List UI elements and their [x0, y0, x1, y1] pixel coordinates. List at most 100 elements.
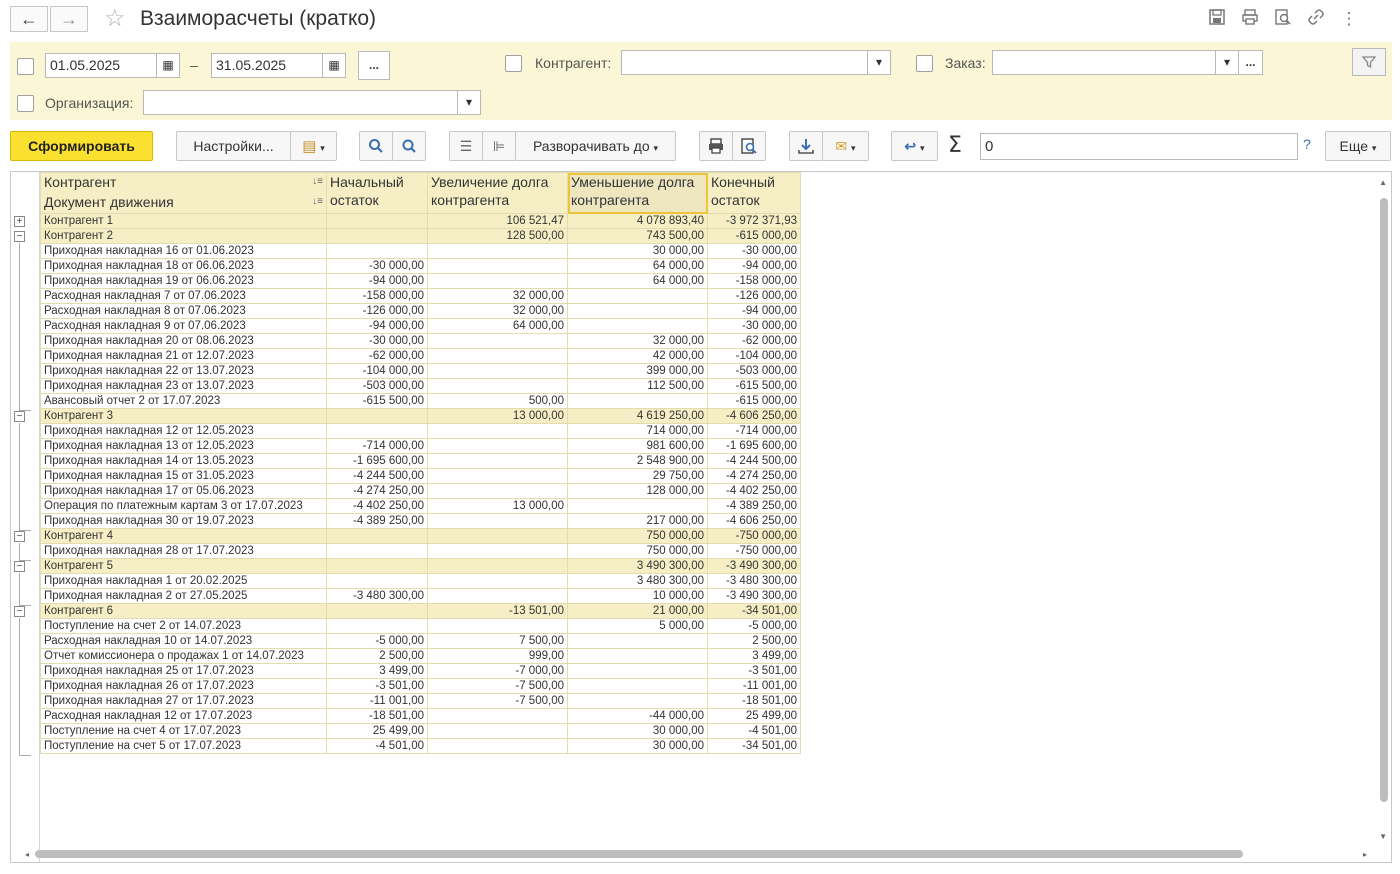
start-balance-cell[interactable]: -126 000,00	[326, 303, 428, 319]
counterparty-checkbox[interactable]	[505, 55, 522, 72]
order-checkbox[interactable]	[916, 55, 933, 72]
debt-increase-cell[interactable]	[427, 723, 568, 739]
start-balance-cell[interactable]: -104 000,00	[326, 363, 428, 379]
document-cell[interactable]: Приходная накладная 13 от 12.05.2023	[40, 438, 327, 454]
debt-increase-cell[interactable]	[427, 543, 568, 559]
find-next-button[interactable]	[392, 131, 426, 161]
debt-decrease-cell[interactable]: 32 000,00	[567, 333, 708, 349]
table-row[interactable]: Приходная накладная 13 от 12.05.2023 -714…	[40, 438, 801, 454]
debt-decrease-cell[interactable]: 29 750,00	[567, 468, 708, 484]
debt-increase-cell[interactable]: 7 500,00	[427, 633, 568, 649]
period-checkbox[interactable]	[17, 58, 34, 75]
send-email-button[interactable]: ✉ ▾	[822, 131, 869, 161]
table-row[interactable]: Расходная накладная 10 от 14.07.2023 -5 0…	[40, 633, 801, 649]
start-balance-cell[interactable]: -62 000,00	[326, 348, 428, 364]
collapse-group-icon[interactable]: −	[14, 231, 25, 242]
debt-decrease-cell[interactable]: 3 490 300,00	[567, 558, 708, 574]
document-cell[interactable]: Расходная накладная 8 от 07.06.2023	[40, 303, 327, 319]
print-preview-icon[interactable]	[1272, 8, 1294, 30]
scroll-up-icon[interactable]: ▲	[1379, 178, 1387, 187]
start-balance-cell[interactable]: -3 501,00	[326, 678, 428, 694]
favorite-star-icon[interactable]: ☆	[104, 4, 126, 33]
debt-decrease-cell[interactable]: 112 500,00	[567, 378, 708, 394]
organization-checkbox[interactable]	[17, 95, 34, 112]
document-cell[interactable]: Приходная накладная 30 от 19.07.2023	[40, 513, 327, 529]
document-cell[interactable]: Операция по платежным картам 3 от 17.07.…	[40, 498, 327, 514]
debt-increase-cell[interactable]: 32 000,00	[427, 288, 568, 304]
organization-field[interactable]	[143, 90, 459, 115]
debt-increase-cell[interactable]: 32 000,00	[427, 303, 568, 319]
find-button[interactable]	[359, 131, 393, 161]
debt-decrease-cell[interactable]: 5 000,00	[567, 618, 708, 634]
end-balance-cell[interactable]: -62 000,00	[707, 333, 801, 349]
end-balance-cell[interactable]: -158 000,00	[707, 273, 801, 289]
header-debt-decrease[interactable]: Уменьшение долга контрагента	[567, 172, 708, 214]
debt-decrease-cell[interactable]	[567, 498, 708, 514]
start-balance-cell[interactable]: -615 500,00	[326, 393, 428, 409]
undo-menu-button[interactable]: ↩ ▾	[891, 131, 938, 161]
table-row[interactable]: Расходная накладная 8 от 07.06.2023 -126 …	[40, 303, 801, 319]
table-row[interactable]: Приходная накладная 26 от 17.07.2023 -3 5…	[40, 678, 801, 694]
start-balance-cell[interactable]: -1 695 600,00	[326, 453, 428, 469]
debt-increase-cell[interactable]	[427, 573, 568, 589]
debt-decrease-cell[interactable]	[567, 393, 708, 409]
help-icon[interactable]: ?	[1303, 136, 1311, 152]
debt-increase-cell[interactable]	[427, 333, 568, 349]
start-balance-cell[interactable]: -714 000,00	[326, 438, 428, 454]
table-row[interactable]: Приходная накладная 16 от 01.06.2023 30 0…	[40, 243, 801, 259]
debt-decrease-cell[interactable]: 750 000,00	[567, 528, 708, 544]
table-row[interactable]: Приходная накладная 2 от 27.05.2025 -3 48…	[40, 588, 801, 604]
debt-increase-cell[interactable]	[427, 258, 568, 274]
document-cell[interactable]: Приходная накладная 20 от 08.06.2023	[40, 333, 327, 349]
document-cell[interactable]: Приходная накладная 17 от 05.06.2023	[40, 483, 327, 499]
start-balance-cell[interactable]	[326, 243, 428, 259]
table-row[interactable]: Авансовый отчет 2 от 17.07.2023 -615 500,…	[40, 393, 801, 409]
date-to-calendar-icon[interactable]: ▦	[322, 53, 346, 78]
debt-increase-cell[interactable]: 13 000,00	[427, 498, 568, 514]
start-balance-cell[interactable]: -94 000,00	[326, 318, 428, 334]
table-row[interactable]: Операция по платежным картам 3 от 17.07.…	[40, 498, 801, 514]
document-cell[interactable]: Приходная накладная 25 от 17.07.2023	[40, 663, 327, 679]
header-debt-increase[interactable]: Увеличение долга контрагента	[427, 172, 568, 214]
order-select-button[interactable]: ...	[1238, 50, 1263, 75]
table-row[interactable]: Поступление на счет 2 от 14.07.2023 5 000…	[40, 618, 801, 634]
document-cell[interactable]: Расходная накладная 10 от 14.07.2023	[40, 633, 327, 649]
debt-decrease-cell[interactable]	[567, 633, 708, 649]
end-balance-cell[interactable]: -34 501,00	[707, 738, 801, 754]
debt-increase-cell[interactable]	[427, 423, 568, 439]
link-icon[interactable]	[1305, 8, 1327, 30]
debt-decrease-cell[interactable]	[567, 678, 708, 694]
scroll-right-icon[interactable]: ▸	[1363, 850, 1367, 859]
table-row[interactable]: Приходная накладная 14 от 13.05.2023 -1 6…	[40, 453, 801, 469]
debt-increase-cell[interactable]: 13 000,00	[427, 408, 568, 424]
debt-increase-cell[interactable]	[427, 348, 568, 364]
debt-increase-cell[interactable]	[427, 708, 568, 724]
preview-button[interactable]	[732, 131, 766, 161]
debt-decrease-cell[interactable]	[567, 318, 708, 334]
debt-increase-cell[interactable]	[427, 618, 568, 634]
counterparty-dropdown-icon[interactable]: ▾	[867, 50, 891, 75]
start-balance-cell[interactable]: -4 274 250,00	[326, 483, 428, 499]
debt-decrease-cell[interactable]: 743 500,00	[567, 228, 708, 244]
end-balance-cell[interactable]: -3 501,00	[707, 663, 801, 679]
start-balance-cell[interactable]: -4 501,00	[326, 738, 428, 754]
back-button[interactable]: ←	[10, 6, 48, 32]
order-field[interactable]	[992, 50, 1216, 75]
start-balance-cell[interactable]	[326, 618, 428, 634]
debt-decrease-cell[interactable]	[567, 288, 708, 304]
start-balance-cell[interactable]: 25 499,00	[326, 723, 428, 739]
start-balance-cell[interactable]: -30 000,00	[326, 333, 428, 349]
debt-decrease-cell[interactable]: 2 548 900,00	[567, 453, 708, 469]
end-balance-cell[interactable]: -4 389 250,00	[707, 498, 801, 514]
counterparty-cell[interactable]: Контрагент 3	[40, 408, 327, 424]
debt-increase-cell[interactable]	[427, 558, 568, 574]
table-row[interactable]: Приходная накладная 18 от 06.06.2023 -30 …	[40, 258, 801, 274]
end-balance-cell[interactable]: -30 000,00	[707, 318, 801, 334]
debt-decrease-cell[interactable]: 217 000,00	[567, 513, 708, 529]
debt-decrease-cell[interactable]: 4 619 250,00	[567, 408, 708, 424]
debt-increase-cell[interactable]	[427, 468, 568, 484]
table-row[interactable]: Приходная накладная 28 от 17.07.2023 750 …	[40, 543, 801, 559]
debt-decrease-cell[interactable]: 64 000,00	[567, 258, 708, 274]
start-balance-cell[interactable]: -5 000,00	[326, 633, 428, 649]
document-cell[interactable]: Приходная накладная 16 от 01.06.2023	[40, 243, 327, 259]
